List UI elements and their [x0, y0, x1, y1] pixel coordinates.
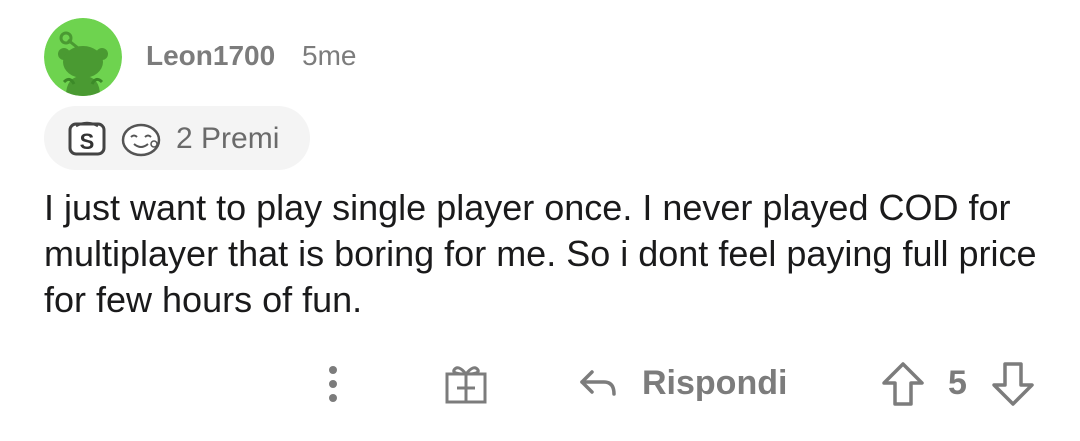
- wholesome-award-icon: [121, 123, 161, 157]
- comment-author[interactable]: Leon1700: [146, 40, 275, 72]
- user-avatar[interactable]: [44, 18, 122, 96]
- awards-pill[interactable]: S 2 Premi: [44, 106, 310, 170]
- reply-button[interactable]: Rispondi: [642, 364, 787, 403]
- silver-award-icon: S: [68, 121, 106, 156]
- snoo-avatar-icon: [44, 18, 122, 96]
- downvote-arrow-icon[interactable]: [990, 360, 1036, 408]
- svg-text:S: S: [80, 129, 95, 154]
- comment-body: I just want to play single player once. …: [44, 187, 1037, 320]
- awards-count: 2 Premi: [176, 122, 280, 155]
- vote-score: 5: [948, 364, 967, 402]
- comment-timestamp: 5me: [302, 40, 357, 71]
- gift-award-icon[interactable]: [442, 360, 490, 408]
- more-vertical-icon[interactable]: [318, 362, 348, 406]
- upvote-arrow-icon[interactable]: [880, 360, 926, 408]
- comment: Leon1700 5me S 2 Premi I just want to pl…: [0, 0, 1080, 441]
- reply-arrow-icon[interactable]: [576, 364, 620, 404]
- comment-action-bar: Rispondi 5: [0, 350, 1080, 416]
